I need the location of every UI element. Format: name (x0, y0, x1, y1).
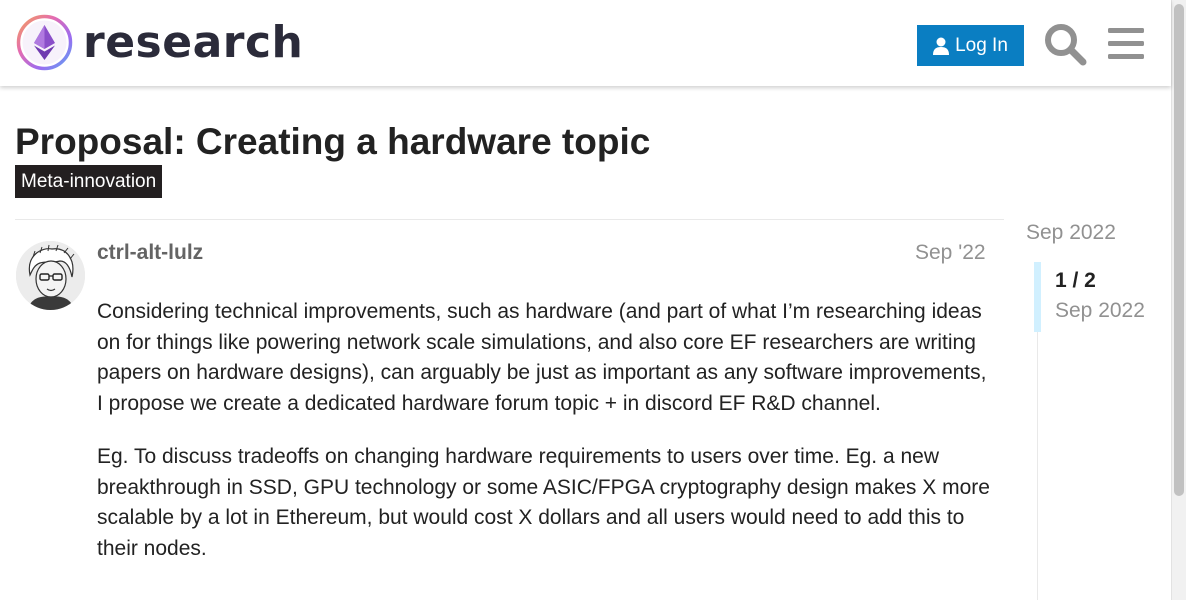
topic-title[interactable]: Proposal: Creating a hardware topic (15, 120, 650, 164)
avatar[interactable] (16, 241, 85, 310)
page-scrollbar[interactable] (1171, 0, 1186, 600)
log-in-label: Log In (955, 34, 1008, 56)
search-icon[interactable] (1043, 22, 1087, 66)
timeline-handle[interactable] (1034, 262, 1041, 332)
post-username[interactable]: ctrl-alt-lulz (97, 240, 203, 266)
timeline-current-date: Sep 2022 (1055, 299, 1145, 322)
post-body: Considering technical improvements, such… (97, 297, 997, 587)
log-in-button[interactable]: Log In (917, 25, 1024, 66)
site-header: research Log In (0, 0, 1171, 86)
timeline-start-date[interactable]: Sep 2022 (1026, 220, 1116, 246)
title-divider (15, 219, 1004, 220)
user-avatar-icon (16, 241, 85, 310)
scrollbar-thumb[interactable] (1174, 4, 1184, 496)
site-name: research (83, 17, 304, 68)
category-badge[interactable]: Meta-innovation (15, 165, 163, 198)
hamburger-menu-icon[interactable] (1106, 24, 1146, 64)
user-icon (933, 37, 950, 55)
post-paragraph: Eg. To discuss tradeoffs on changing har… (97, 445, 990, 560)
timeline-position[interactable]: 1 / 2 (1055, 268, 1096, 294)
site-logo[interactable]: research (16, 14, 303, 71)
post-paragraph: Considering technical improvements, such… (97, 300, 987, 415)
ethereum-logo-icon (16, 14, 73, 71)
post-date[interactable]: Sep '22 (915, 240, 986, 266)
